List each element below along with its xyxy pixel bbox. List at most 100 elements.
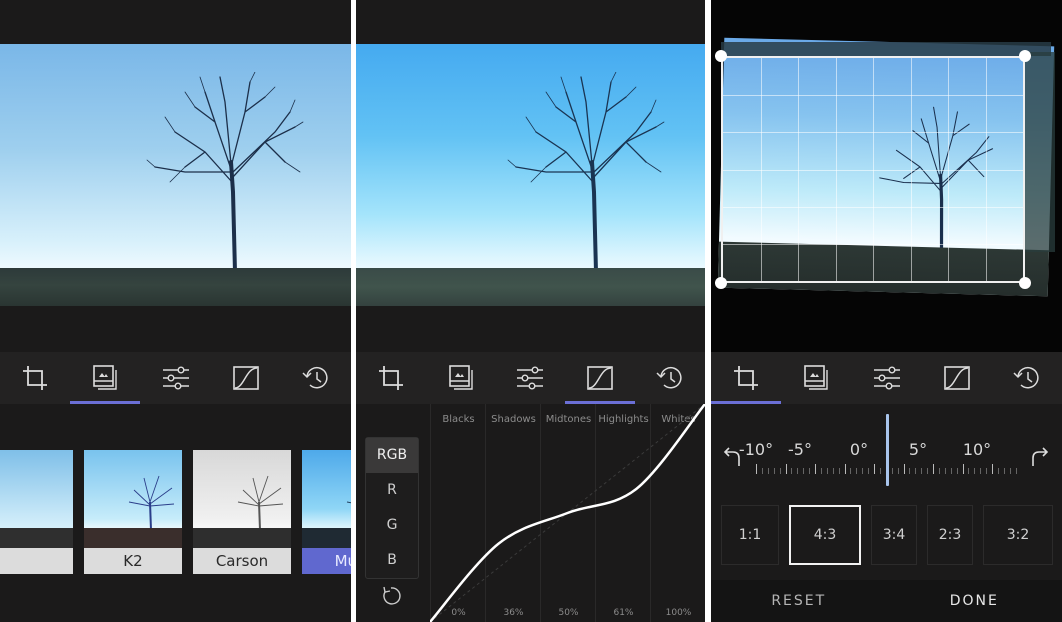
crop-handle-bottom-right[interactable] bbox=[1019, 277, 1031, 289]
ruler-tick bbox=[856, 468, 858, 474]
aspect-ratio-list: 1:1 4:3 3:4 2:3 3:2 bbox=[721, 505, 1053, 565]
ruler-tick bbox=[897, 468, 899, 474]
ruler-tick bbox=[879, 468, 881, 474]
ruler-tick bbox=[921, 468, 923, 474]
tool-curves[interactable] bbox=[211, 352, 281, 404]
ruler-tick bbox=[815, 464, 816, 474]
rotate-right-icon[interactable] bbox=[1027, 444, 1051, 468]
ruler-tick bbox=[980, 468, 982, 474]
rotation-indicator[interactable] bbox=[886, 414, 889, 486]
crop-mask bbox=[1025, 52, 1055, 252]
ruler-tick bbox=[915, 468, 917, 474]
ground bbox=[0, 268, 351, 306]
tone-curve[interactable] bbox=[430, 404, 705, 622]
channel-g[interactable]: G bbox=[366, 508, 418, 543]
tool-bar bbox=[711, 352, 1062, 404]
photo-preview bbox=[0, 44, 351, 306]
tool-history[interactable] bbox=[635, 352, 705, 404]
tool-crop[interactable] bbox=[711, 352, 781, 404]
ground bbox=[356, 268, 705, 306]
ruler-tick bbox=[850, 468, 852, 474]
ruler-tick bbox=[791, 468, 793, 474]
crop-mask bbox=[721, 42, 1051, 56]
ruler-tick bbox=[773, 468, 775, 474]
rotation-label: 10° bbox=[962, 440, 992, 459]
sliders-icon bbox=[162, 366, 189, 390]
curves-icon bbox=[587, 366, 614, 390]
tool-curves[interactable] bbox=[565, 352, 635, 404]
crop-icon bbox=[23, 366, 48, 390]
curve-graph bbox=[430, 404, 705, 622]
ratio-1-1[interactable]: 1:1 bbox=[721, 505, 779, 565]
ruler-tick bbox=[756, 464, 757, 474]
done-button[interactable]: DONE bbox=[887, 580, 1062, 622]
reset-curve-icon[interactable] bbox=[380, 585, 402, 607]
crop-icon bbox=[734, 366, 759, 390]
tool-adjust[interactable] bbox=[140, 352, 210, 404]
filter-carson[interactable]: Carson bbox=[193, 450, 291, 574]
filter-item[interactable] bbox=[0, 450, 73, 574]
tool-history[interactable] bbox=[281, 352, 351, 404]
tree-image bbox=[507, 72, 665, 272]
channel-rgb[interactable]: RGB bbox=[366, 438, 418, 473]
ratio-3-2[interactable]: 3:2 bbox=[983, 505, 1053, 565]
filters-icon bbox=[804, 365, 828, 390]
ruler-tick bbox=[997, 468, 999, 474]
tool-adjust[interactable] bbox=[496, 352, 566, 404]
filter-label: K2 bbox=[84, 548, 182, 574]
ruler-tick bbox=[962, 464, 964, 474]
crop-handle-top-right[interactable] bbox=[1019, 50, 1031, 62]
ruler-tick bbox=[1009, 468, 1011, 474]
ratio-4-3[interactable]: 4:3 bbox=[789, 505, 861, 565]
crop-grid-line bbox=[723, 206, 1023, 208]
ruler-tick bbox=[1015, 468, 1017, 474]
ratio-3-4[interactable]: 3:4 bbox=[871, 505, 917, 565]
rotation-label: 5° bbox=[908, 440, 928, 459]
filters-icon bbox=[93, 365, 117, 390]
ruler-tick bbox=[862, 468, 864, 474]
crop-grid-line bbox=[723, 169, 1023, 171]
crop-frame[interactable] bbox=[721, 56, 1025, 283]
crop-handle-top-left[interactable] bbox=[715, 50, 727, 62]
crop-handle-bottom-left[interactable] bbox=[715, 277, 727, 289]
tool-crop[interactable] bbox=[0, 352, 70, 404]
ruler-tick bbox=[797, 468, 799, 474]
tool-history[interactable] bbox=[992, 352, 1062, 404]
ruler-tick bbox=[761, 468, 763, 474]
tool-filters[interactable] bbox=[781, 352, 851, 404]
ruler-tick bbox=[803, 468, 805, 474]
ruler-tick bbox=[1003, 468, 1005, 474]
history-icon bbox=[1013, 367, 1039, 389]
curves-icon bbox=[232, 366, 259, 390]
ruler-tick bbox=[874, 464, 875, 474]
rotation-label: -10° bbox=[738, 440, 774, 459]
tool-filters[interactable] bbox=[426, 352, 496, 404]
filter-muir[interactable]: Muir bbox=[302, 450, 351, 574]
tool-crop[interactable] bbox=[356, 352, 426, 404]
tool-bar bbox=[0, 352, 351, 404]
reset-button[interactable]: RESET bbox=[711, 580, 887, 622]
filter-strip: K2 Carson Muir bbox=[0, 450, 351, 574]
ruler-tick bbox=[868, 468, 870, 474]
crop-grid-line bbox=[723, 132, 1023, 134]
crop-icon bbox=[378, 366, 403, 390]
channel-b[interactable]: B bbox=[366, 543, 418, 578]
curve-editor[interactable]: Blacks 0% Shadows 36% Midtones 50% Highligh… bbox=[430, 404, 705, 622]
filter-thumbnail bbox=[302, 450, 351, 548]
ruler-tick bbox=[767, 468, 769, 474]
ratio-2-3[interactable]: 2:3 bbox=[927, 505, 973, 565]
ruler-tick bbox=[944, 468, 946, 474]
filter-k2[interactable]: K2 bbox=[84, 450, 182, 574]
crop-canvas bbox=[711, 0, 1062, 352]
sliders-icon bbox=[873, 366, 900, 390]
tool-curves[interactable] bbox=[922, 352, 992, 404]
ruler-tick bbox=[950, 468, 952, 474]
photo-preview bbox=[356, 44, 705, 306]
ruler-tick bbox=[968, 468, 970, 474]
filter-label: Carson bbox=[193, 548, 291, 574]
channel-r[interactable]: R bbox=[366, 473, 418, 508]
tool-adjust[interactable] bbox=[851, 352, 921, 404]
tool-filters[interactable] bbox=[70, 352, 140, 404]
filter-label bbox=[0, 548, 73, 574]
filter-label: Muir bbox=[302, 548, 351, 574]
